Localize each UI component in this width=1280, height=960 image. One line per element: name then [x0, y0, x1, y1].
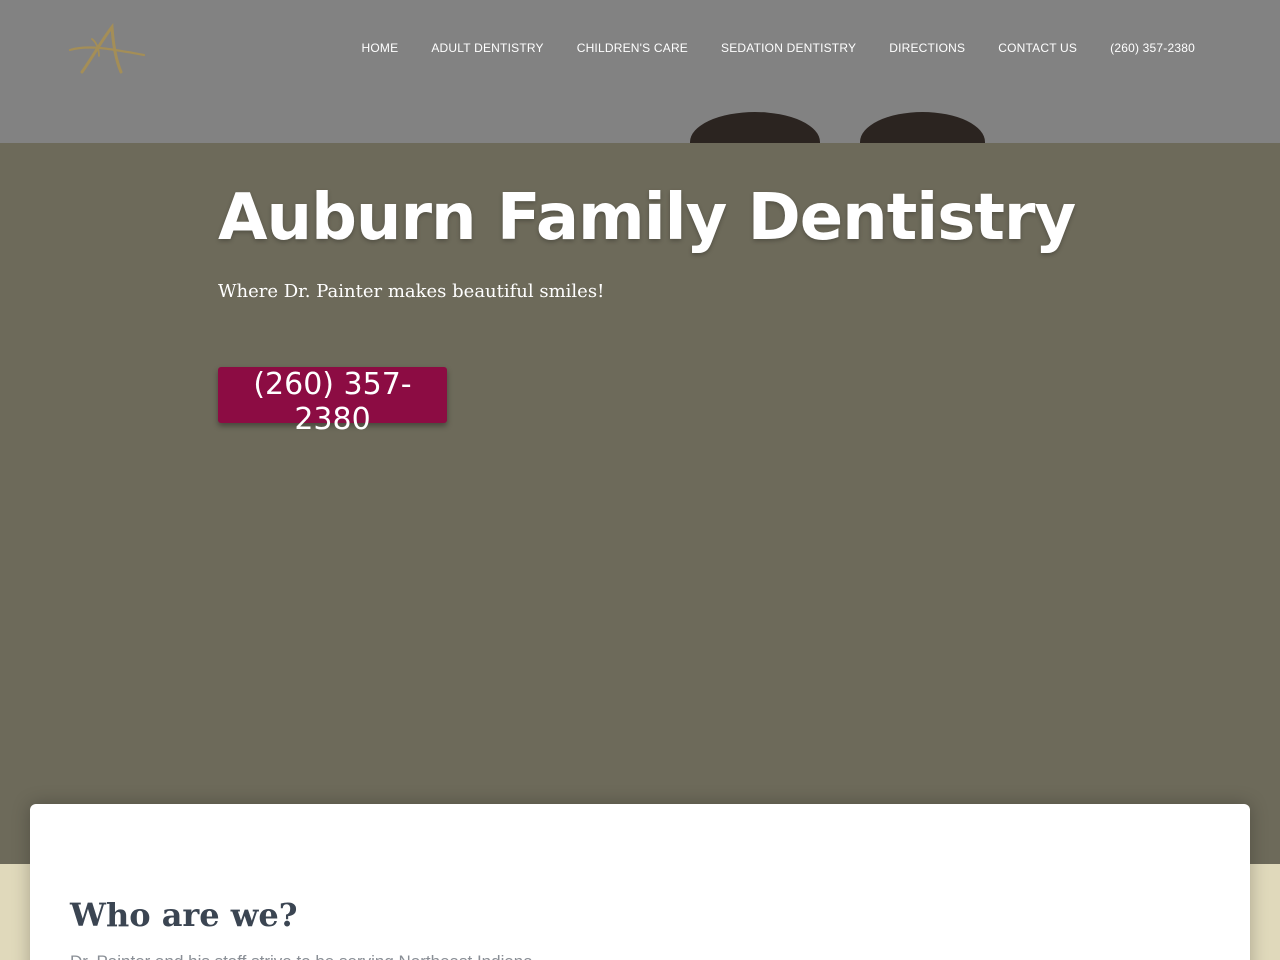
- nav-item-home[interactable]: HOME: [362, 41, 399, 55]
- about-title: Who are we?: [70, 896, 298, 934]
- hero-subtitle: Where Dr. Painter makes beautiful smiles…: [218, 281, 605, 302]
- site-logo[interactable]: [66, 22, 150, 78]
- main-nav: HOME ADULT DENTISTRY CHILDREN'S CARE SED…: [362, 41, 1195, 55]
- hero-section: Auburn Family Dentistry Where Dr. Painte…: [0, 143, 1280, 864]
- script-a-logo-icon: [68, 22, 146, 74]
- hero-photo-hair: [860, 112, 985, 143]
- hero-photo-hair: [690, 112, 820, 143]
- nav-item-directions[interactable]: DIRECTIONS: [889, 41, 965, 55]
- nav-item-childrens-care[interactable]: CHILDREN'S CARE: [577, 41, 688, 55]
- page: HOME ADULT DENTISTRY CHILDREN'S CARE SED…: [0, 0, 1280, 960]
- hero-title: Auburn Family Dentistry: [218, 181, 1076, 255]
- nav-item-sedation-dentistry[interactable]: SEDATION DENTISTRY: [721, 41, 856, 55]
- nav-item-adult-dentistry[interactable]: ADULT DENTISTRY: [431, 41, 543, 55]
- call-button[interactable]: (260) 357-2380: [218, 367, 447, 437]
- site-header: HOME ADULT DENTISTRY CHILDREN'S CARE SED…: [0, 0, 1280, 143]
- about-card: Who are we? Dr. Painter and his staff st…: [30, 804, 1250, 960]
- nav-item-contact-us[interactable]: CONTACT US: [998, 41, 1077, 55]
- nav-item-phone[interactable]: (260) 357-2380: [1110, 41, 1195, 55]
- about-text: Dr. Painter and his staff strive to be s…: [70, 952, 533, 960]
